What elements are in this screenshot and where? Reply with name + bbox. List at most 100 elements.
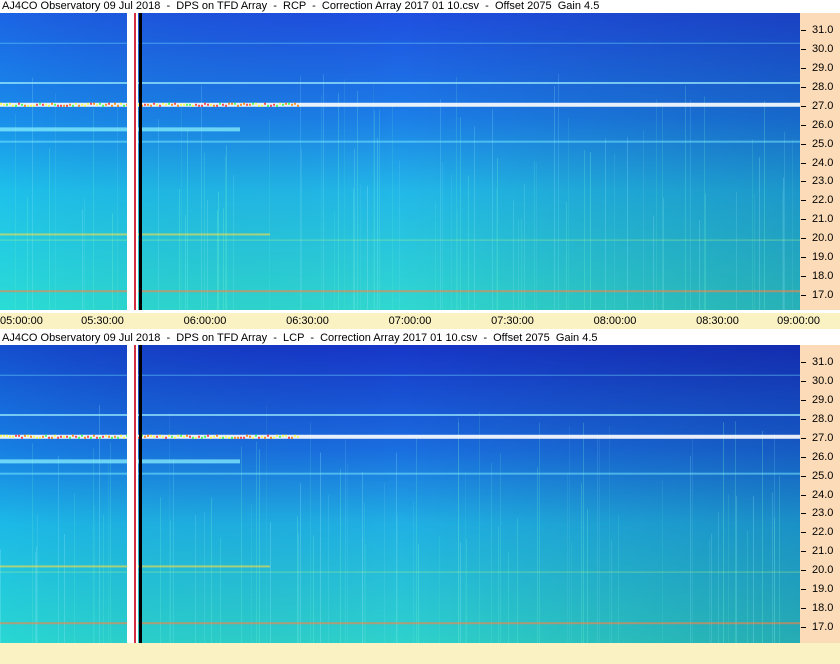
y-tick-label: 26.0 bbox=[812, 118, 834, 131]
y-tick-label: 30.0 bbox=[812, 374, 834, 387]
band-speckle bbox=[225, 435, 227, 438]
noise-streak bbox=[345, 439, 346, 643]
band-speckle bbox=[72, 434, 74, 437]
noise-streak bbox=[256, 441, 257, 643]
band-speckle bbox=[162, 102, 164, 105]
band-speckle bbox=[213, 435, 215, 438]
band-speckle bbox=[0, 102, 2, 105]
data-gap-column bbox=[134, 13, 136, 310]
noise-streak bbox=[32, 77, 33, 310]
band-speckle bbox=[105, 434, 107, 437]
band-speckle bbox=[30, 435, 32, 438]
noise-streak bbox=[465, 471, 466, 643]
band-speckle bbox=[18, 434, 20, 437]
band-speckle bbox=[186, 434, 188, 437]
band-speckle bbox=[261, 435, 263, 438]
band-speckle bbox=[3, 103, 5, 106]
band-speckle bbox=[216, 434, 218, 437]
noise-streak bbox=[772, 492, 773, 643]
y-tick-mark bbox=[801, 105, 806, 107]
band-speckle bbox=[90, 102, 92, 105]
noise-streak bbox=[187, 129, 188, 310]
band-speckle bbox=[39, 436, 41, 439]
noise-streak bbox=[609, 425, 610, 643]
x-tick-label: 09:00:00 bbox=[777, 315, 820, 327]
band-speckle bbox=[231, 436, 233, 439]
band-speckle bbox=[168, 102, 170, 105]
noise-streak bbox=[583, 422, 584, 643]
band-speckle bbox=[51, 102, 53, 105]
noise-streak bbox=[377, 138, 378, 310]
noise-streak bbox=[590, 152, 591, 310]
noise-streak bbox=[662, 106, 663, 310]
lcp-spectrogram bbox=[0, 345, 800, 643]
band-speckle bbox=[108, 102, 110, 105]
band-speckle bbox=[81, 103, 83, 106]
x-tick-label: 08:30:00 bbox=[696, 315, 739, 327]
band-speckle bbox=[273, 436, 275, 439]
y-tick-label: 24.0 bbox=[812, 156, 834, 169]
y-tick-label: 30.0 bbox=[812, 42, 834, 55]
band-speckle bbox=[258, 104, 260, 107]
band-speckle bbox=[153, 435, 155, 438]
band-speckle bbox=[171, 435, 173, 438]
band-speckle bbox=[54, 103, 56, 106]
noise-streak bbox=[736, 191, 737, 310]
y-tick-mark bbox=[801, 380, 806, 382]
band-speckle bbox=[177, 434, 179, 437]
band-speckle bbox=[87, 102, 89, 105]
y-tick-mark bbox=[801, 143, 806, 145]
band-speckle bbox=[30, 104, 32, 107]
band-speckle bbox=[189, 435, 191, 438]
y-tick-mark bbox=[801, 589, 806, 591]
band-speckle bbox=[201, 436, 203, 439]
band-speckle bbox=[174, 102, 176, 105]
band-speckle bbox=[279, 435, 281, 438]
noise-streak bbox=[611, 540, 612, 643]
noise-streak bbox=[399, 160, 400, 310]
noise-streak bbox=[752, 138, 753, 310]
interference-band bbox=[0, 622, 800, 625]
band-speckle bbox=[84, 436, 86, 439]
band-speckle bbox=[294, 102, 296, 105]
noise-streak bbox=[497, 157, 498, 310]
noise-streak bbox=[735, 421, 736, 643]
noise-streak bbox=[310, 422, 311, 643]
y-tick-label: 25.0 bbox=[812, 469, 834, 482]
y-tick-mark bbox=[801, 48, 806, 50]
band-speckle bbox=[18, 102, 20, 105]
noise-streak bbox=[536, 162, 537, 310]
band-speckle bbox=[102, 104, 104, 107]
y-tick-mark bbox=[801, 608, 806, 610]
data-gap-column bbox=[139, 13, 142, 310]
band-speckle bbox=[213, 104, 215, 107]
y-tick-mark bbox=[801, 456, 806, 458]
band-speckle bbox=[3, 434, 5, 437]
band-speckle bbox=[276, 434, 278, 437]
band-speckle bbox=[123, 104, 125, 107]
band-speckle bbox=[165, 436, 167, 439]
band-speckle bbox=[99, 436, 101, 439]
band-speckle bbox=[102, 435, 104, 438]
noise-streak bbox=[181, 106, 182, 310]
noise-streak bbox=[614, 153, 615, 310]
band-speckle bbox=[234, 102, 236, 105]
band-speckle bbox=[27, 104, 29, 107]
noise-streak bbox=[357, 91, 358, 310]
noise-streak bbox=[251, 504, 252, 643]
band-speckle bbox=[93, 434, 95, 437]
band-speckle bbox=[207, 434, 209, 437]
band-speckle bbox=[270, 104, 272, 107]
noise-streak bbox=[759, 157, 760, 310]
band-speckle bbox=[96, 436, 98, 439]
band-speckle bbox=[219, 102, 221, 105]
y-tick-label: 26.0 bbox=[812, 450, 834, 463]
y-tick-mark bbox=[801, 418, 806, 420]
noise-streak bbox=[728, 494, 729, 643]
band-speckle bbox=[198, 104, 200, 107]
x-tick-label: 07:30:00 bbox=[491, 315, 534, 327]
band-speckle bbox=[234, 436, 236, 439]
noise-streak bbox=[517, 518, 518, 643]
y-tick-mark bbox=[801, 86, 806, 88]
rcp-frequency-axis: 31.0 30.0 29.0 28.0 27.0 26.0 25.0 24.0 23.0 22.0… bbox=[800, 13, 840, 310]
